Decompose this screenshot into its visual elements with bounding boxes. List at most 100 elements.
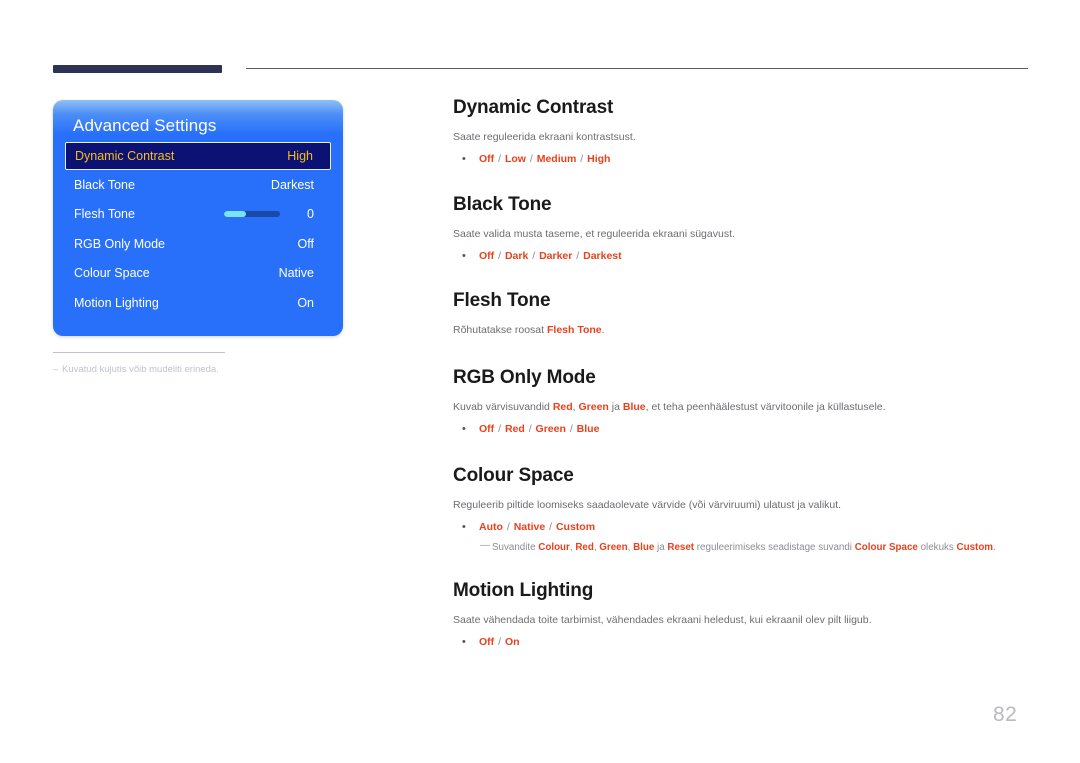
section-description: Rõhutatakse roosat Flesh Tone.: [453, 323, 1033, 338]
section-motion-lighting: Motion Lighting Saate vähendada toite ta…: [453, 579, 1033, 651]
section-description: Saate valida musta taseme, et reguleerid…: [453, 227, 735, 240]
subnote-part: Suvandite: [492, 541, 539, 553]
osd-row-value: Native: [278, 266, 314, 281]
option-value: High: [587, 153, 611, 166]
section-colour-space: Colour Space Reguleerib piltide loomisek…: [453, 464, 1033, 555]
osd-row-label: Colour Space: [74, 266, 150, 281]
option-value: Custom: [555, 520, 596, 533]
option-value: Blue: [576, 422, 600, 435]
section-black-tone: Black Tone Saate valida musta taseme, et…: [453, 193, 1033, 265]
option-separator: /: [495, 153, 504, 166]
osd-row-label: Black Tone: [74, 177, 135, 192]
osd-row-value: 0: [307, 207, 314, 222]
page-number: 82: [993, 703, 1018, 726]
subnote-part: .: [993, 541, 996, 553]
section-flesh-tone: Flesh Tone Rõhutatakse roosat Flesh Tone…: [453, 289, 1033, 338]
section-description: Reguleerib piltide loomiseks saadaolevat…: [453, 498, 842, 511]
osd-row-value: Off: [297, 236, 314, 251]
option-list: Off / On: [479, 635, 520, 651]
option-value: Red: [504, 422, 525, 435]
option-value: Auto: [479, 520, 503, 533]
osd-row-label: Dynamic Contrast: [75, 149, 175, 163]
option-value: Darkest: [583, 249, 622, 262]
osd-row-colour-space[interactable]: Colour Space Native: [53, 259, 343, 289]
option-bullet: • Auto / Native / Custom: [453, 519, 1033, 536]
option-value: Medium: [536, 153, 577, 166]
osd-row-value: Darkest: [270, 177, 314, 192]
section-description: Saate vähendada toite tarbimist, vähenda…: [453, 613, 872, 626]
footnote-dash-icon: –: [53, 364, 59, 375]
subnote-highlight: Red: [575, 541, 594, 553]
option-separator: /: [495, 635, 504, 648]
description-text: , et teha peenhäälestust värvitoonile ja…: [645, 400, 886, 413]
option-separator: /: [503, 520, 513, 533]
description-text: Rõhutatakse roosat: [453, 323, 547, 336]
section-title: Black Tone: [453, 193, 552, 215]
osd-row-rgb-only-mode[interactable]: RGB Only Mode Off: [53, 229, 343, 259]
description-highlight: Blue: [622, 400, 646, 413]
option-bullet: • Off / On: [453, 634, 1033, 651]
option-value: On: [504, 635, 520, 648]
description-highlight: Green: [578, 400, 609, 413]
section-dynamic-contrast: Dynamic Contrast Saate reguleerida ekraa…: [453, 97, 1033, 168]
option-separator: /: [495, 249, 504, 262]
option-value: Off: [479, 153, 495, 166]
option-separator: /: [526, 153, 536, 166]
subnote-highlight: Blue: [633, 541, 655, 553]
osd-row-dynamic-contrast[interactable]: Dynamic Contrast High: [65, 142, 331, 170]
page-header-rule: [53, 63, 1028, 75]
option-separator: /: [546, 520, 555, 533]
bullet-dot-icon: •: [462, 520, 466, 533]
section-rgb-only-mode: RGB Only Mode Kuvab värvisuvandid Red, G…: [453, 367, 1033, 438]
bullet-dot-icon: •: [462, 153, 466, 166]
flesh-tone-slider[interactable]: 0: [224, 207, 314, 221]
option-bullet: • Off / Low / Medium / High: [453, 151, 1033, 168]
subnote-dash-icon: —: [480, 539, 490, 551]
osd-row-motion-lighting[interactable]: Motion Lighting On: [53, 288, 343, 318]
section-title: Motion Lighting: [453, 579, 594, 601]
header-thin-line: [246, 68, 1028, 69]
documentation-column: Dynamic Contrast Saate reguleerida ekraa…: [453, 97, 1033, 651]
osd-title: Advanced Settings: [73, 116, 217, 135]
section-title: Colour Space: [453, 464, 574, 486]
option-value: Off: [479, 422, 495, 435]
osd-row-label: Flesh Tone: [74, 207, 135, 222]
description-highlight: Red: [552, 400, 573, 413]
option-list: Auto / Native / Custom: [479, 520, 595, 536]
description-text: Kuvab värvisuvandid: [453, 400, 553, 413]
osd-row-value: On: [297, 295, 314, 310]
footnote-text: Kuvatud kujutis võib mudeliti erineda.: [62, 364, 219, 375]
description-highlight: Flesh Tone: [546, 323, 602, 336]
option-value: Off: [479, 635, 495, 648]
option-separator: /: [495, 422, 504, 435]
subnote-highlight: Green: [599, 541, 628, 553]
bullet-dot-icon: •: [462, 422, 466, 435]
osd-row-black-tone[interactable]: Black Tone Darkest: [53, 170, 343, 200]
option-separator: /: [529, 249, 539, 262]
osd-row-label: Motion Lighting: [74, 295, 159, 310]
option-separator: /: [525, 422, 535, 435]
option-list: Off / Low / Medium / High: [479, 152, 610, 168]
description-text: .: [601, 323, 605, 336]
bullet-dot-icon: •: [462, 635, 466, 648]
header-accent-bar: [53, 65, 222, 73]
subnote-part: ja: [654, 541, 668, 553]
subnote-highlight: Colour Space: [854, 541, 918, 553]
osd-row-value: High: [287, 149, 313, 163]
option-separator: /: [573, 249, 583, 262]
option-bullet: • Off / Red / Green / Blue: [453, 421, 1033, 438]
section-title: Flesh Tone: [453, 289, 551, 311]
subnote-part: reguleerimiseks seadistage suvandi: [694, 541, 855, 553]
subnote-text: Suvandite Colour, Red, Green, Blue ja Re…: [492, 541, 996, 555]
colour-space-subnote: — Suvandite Colour, Red, Green, Blue ja …: [453, 539, 1033, 555]
description-text: ja: [608, 400, 623, 413]
subnote-part: olekuks: [917, 541, 957, 553]
option-list: Off / Red / Green / Blue: [479, 422, 599, 438]
option-value: Low: [504, 153, 526, 166]
osd-row-flesh-tone[interactable]: Flesh Tone 0: [53, 200, 343, 230]
osd-menu-list: Dynamic Contrast High Black Tone Darkest…: [53, 142, 343, 318]
